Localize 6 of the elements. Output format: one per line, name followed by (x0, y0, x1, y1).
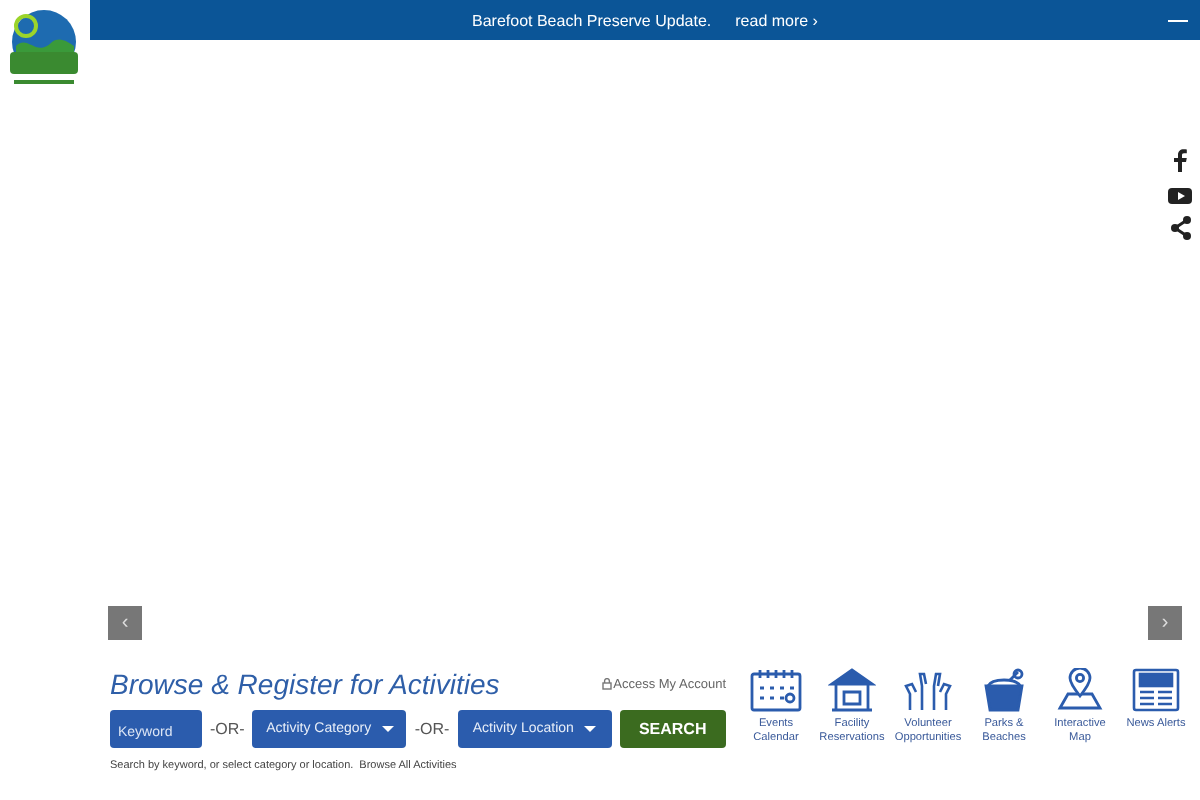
or-separator: -OR- (210, 720, 245, 738)
section-title: Browse & Register for Activities (110, 668, 500, 700)
alert-message: Barefoot Beach Preserve Update. (472, 11, 712, 29)
read-more-link[interactable]: read more › (735, 11, 818, 29)
or-separator: -OR- (414, 720, 450, 738)
search-button[interactable]: SEARCH (619, 710, 726, 748)
